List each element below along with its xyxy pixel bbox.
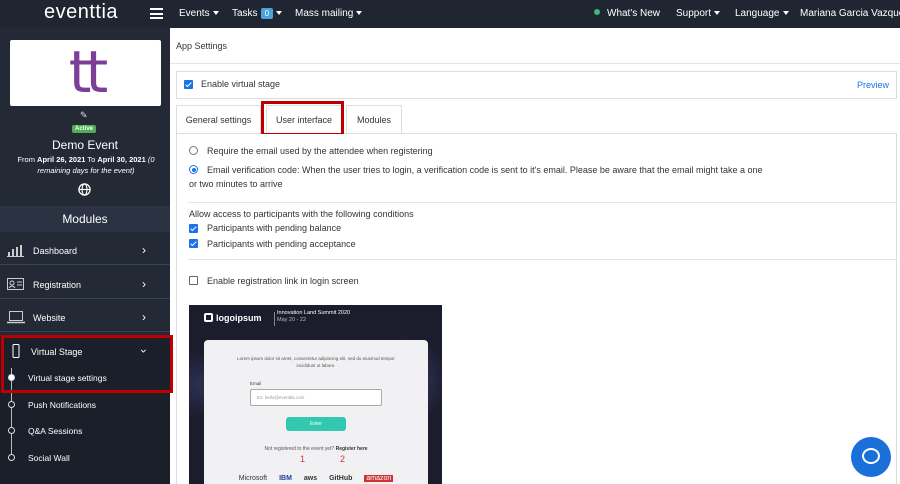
require-email-label: Require the email used by the attendee w…: [207, 146, 433, 156]
sidebar-subitem-qa-sessions[interactable]: Q&A Sessions: [28, 426, 82, 436]
edit-pencil-icon[interactable]: ✎: [80, 110, 88, 121]
verification-code-label-line1: Email verification code: When the user t…: [207, 165, 763, 175]
divider: [188, 259, 897, 260]
tab-general-settings[interactable]: General settings: [176, 105, 261, 134]
event-logo: tt: [10, 40, 161, 106]
tab-modules[interactable]: Modules: [346, 105, 402, 134]
highlight-box: [1, 335, 173, 393]
user-menu[interactable]: Mariana Garcia Vazquez: [800, 8, 900, 19]
sponsor-logo: GitHub: [329, 475, 353, 482]
sidebar-item-dashboard[interactable]: Dashboard ›: [0, 237, 170, 265]
sponsor-logo: Microsoft: [238, 475, 268, 482]
caret-down-icon: [276, 11, 283, 15]
sidebar-item-label: Website: [33, 313, 66, 323]
event-dates: From April 26, 2021 To April 30, 2021 (0…: [17, 155, 155, 175]
preview-logo: logoipsum: [204, 313, 262, 323]
laptop-icon: [7, 310, 25, 325]
events-menu[interactable]: Events: [179, 8, 219, 19]
enable-registration-link-label: Enable registration link in login screen: [207, 276, 359, 286]
pending-balance-checkbox[interactable]: [189, 224, 198, 233]
chart-icon: [7, 243, 25, 258]
tree-node-icon: [8, 401, 15, 408]
highlight-box: [261, 101, 344, 136]
pending-acceptance-checkbox[interactable]: [189, 239, 198, 248]
enable-virtual-stage-checkbox[interactable]: [184, 80, 193, 89]
logo-mark-icon: [204, 313, 213, 322]
support-menu[interactable]: Support: [676, 8, 721, 19]
enable-virtual-stage-label: Enable virtual stage: [201, 79, 281, 89]
tasks-count-badge: 0: [260, 8, 274, 19]
pending-acceptance-label: Participants with pending acceptance: [207, 239, 356, 249]
preview-email-input: Ex: hello@eventtia.com: [250, 389, 382, 406]
preview-marker-1: 1: [300, 454, 306, 464]
sidebar-item-label: Registration: [33, 280, 82, 290]
sponsor-logo: aws: [303, 475, 318, 482]
language-menu[interactable]: Language: [735, 8, 789, 19]
sidebar: tt ✎ Active Demo Event From April 26, 20…: [0, 28, 170, 484]
require-email-radio[interactable]: [189, 146, 198, 155]
caret-down-icon: [714, 11, 721, 15]
preview-register-text: Not registered to the event yet? Registe…: [264, 446, 368, 452]
divider: [188, 202, 897, 203]
globe-icon[interactable]: [78, 183, 91, 199]
sidebar-item-registration[interactable]: Registration ›: [0, 271, 170, 299]
top-bar: eventtia Events Tasks 0 Mass mailing What…: [0, 0, 900, 28]
id-card-icon: [7, 277, 25, 292]
preview-description: Lorem ipsum dolor sit amet, consectetur …: [237, 356, 395, 368]
preview-separator: [274, 312, 275, 326]
hamburger-menu-icon[interactable]: [150, 8, 163, 19]
preview-enter-button: Enter: [286, 417, 346, 431]
event-logo-text: tt: [68, 38, 108, 106]
verification-code-radio[interactable]: [189, 165, 198, 174]
status-dot-icon: [594, 9, 600, 15]
whats-new-link[interactable]: What's New: [594, 8, 660, 19]
caret-down-icon: [356, 11, 363, 15]
verification-code-label-line2: or two minutes to arrive: [189, 179, 283, 189]
status-badge: Active: [72, 125, 97, 133]
sponsor-logo: amazon: [364, 475, 394, 482]
enable-registration-link-checkbox[interactable]: [189, 276, 198, 285]
sidebar-subitem-social-wall[interactable]: Social Wall: [28, 453, 70, 463]
enable-virtual-stage-bar: Enable virtual stage Preview: [176, 71, 897, 99]
sidebar-item-website[interactable]: Website ›: [0, 304, 170, 332]
modules-heading: Modules: [0, 206, 170, 232]
preview-sponsor-logos: Microsoft IBM aws GitHub amazon: [204, 475, 428, 482]
preview-event-title: Innovation Land Summit 2020 May 20 - 22: [277, 310, 351, 323]
preview-login-card: Lorem ipsum dolor sit amet, consectetur …: [204, 340, 428, 484]
caret-down-icon: [212, 11, 219, 15]
preview-marker-2: 2: [340, 454, 346, 464]
preview-email-label: Email: [250, 381, 262, 386]
chevron-right-icon: ›: [142, 277, 146, 291]
page-title: App Settings: [176, 41, 228, 51]
mass-mailing-menu[interactable]: Mass mailing: [295, 8, 363, 19]
sidebar-subitem-push-notifications[interactable]: Push Notifications: [28, 400, 96, 410]
login-screen-preview-image: logoipsum Innovation Land Summit 2020 May…: [189, 305, 442, 484]
tree-node-icon: [8, 427, 15, 434]
chevron-right-icon: ›: [142, 310, 146, 324]
help-chat-icon[interactable]: [851, 437, 891, 477]
event-title: Demo Event: [51, 138, 119, 152]
tree-node-icon: [8, 454, 15, 461]
sponsor-logo: IBM: [279, 475, 292, 482]
divider: [170, 63, 900, 64]
caret-down-icon: [782, 11, 789, 15]
sidebar-item-label: Dashboard: [33, 246, 78, 256]
preview-link[interactable]: Preview: [857, 80, 889, 90]
tasks-menu[interactable]: Tasks 0: [232, 8, 283, 19]
access-conditions-title: Allow access to participants with the fo…: [189, 209, 414, 219]
eventtia-logo[interactable]: eventtia: [44, 1, 118, 24]
pending-balance-label: Participants with pending balance: [207, 223, 342, 233]
chevron-right-icon: ›: [142, 243, 146, 257]
